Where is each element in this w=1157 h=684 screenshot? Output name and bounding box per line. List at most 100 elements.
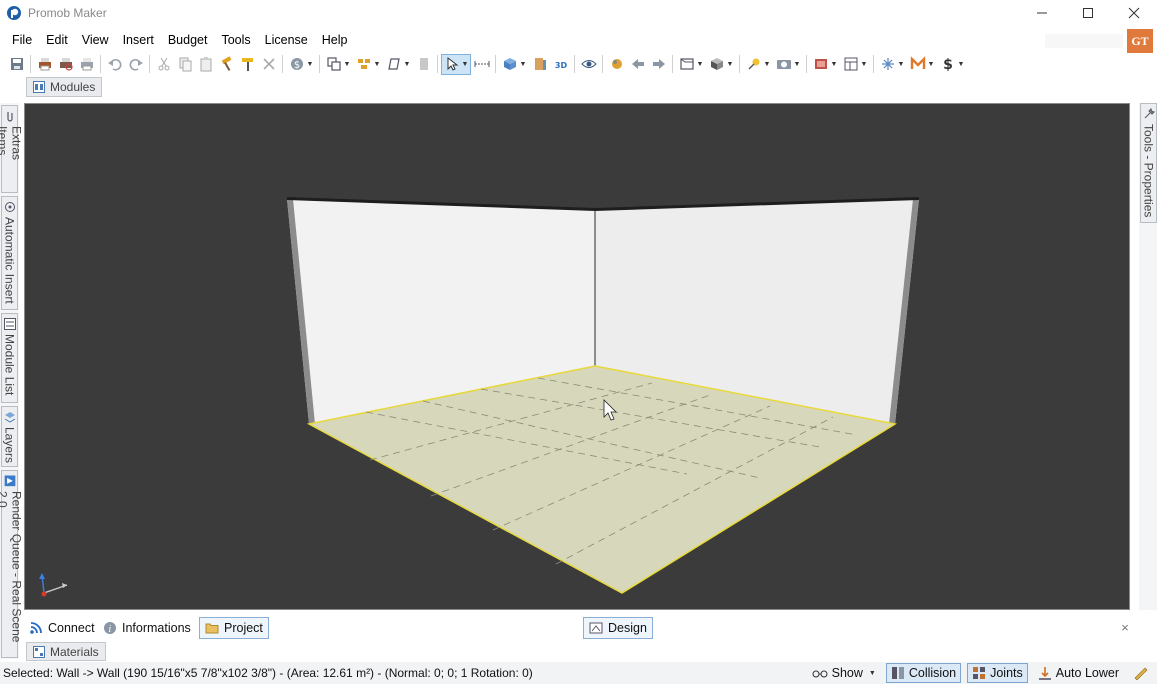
tab-automatic-insert[interactable]: Automatic Insert [1, 196, 18, 310]
design-viewport[interactable] [24, 103, 1130, 610]
print-icon [38, 58, 51, 71]
tab-render-queue[interactable]: Render Queue - Real Scene 2.0 [0, 470, 24, 658]
tab-extras-items[interactable]: Extras Items [0, 105, 24, 193]
previous-view-button[interactable] [627, 54, 648, 75]
menu-budget[interactable]: Budget [161, 28, 215, 52]
layers-cube-dropdown[interactable]: ▼ [499, 54, 529, 75]
budget-dropdown[interactable]: $ ▼ [286, 54, 316, 75]
cut-button[interactable] [153, 54, 174, 75]
menu-insert[interactable]: Insert [116, 28, 161, 52]
view-3d-button[interactable]: 3D [550, 54, 571, 75]
orbit-button[interactable] [606, 54, 627, 75]
room-3d-scene[interactable] [25, 104, 1129, 609]
perspective-dropdown[interactable]: ▼ [676, 54, 706, 75]
auto-lower-icon [1038, 667, 1051, 680]
cut-icon [158, 57, 169, 71]
clone-dropdown[interactable]: ▼ [323, 54, 353, 75]
modules-tab[interactable]: Modules [26, 77, 103, 97]
table-dropdown[interactable]: ▼ [840, 54, 870, 75]
maximize-button[interactable] [1065, 0, 1111, 26]
tab-design[interactable]: Design [583, 617, 653, 639]
perspective-icon [679, 58, 694, 70]
left-dock-panel: Extras Items Automatic Insert Module Lis… [0, 103, 24, 659]
menu-tools[interactable]: Tools [214, 28, 257, 52]
print-button[interactable] [34, 54, 55, 75]
toolbar-separator [739, 55, 740, 73]
pricing-dropdown[interactable]: $ ▼ [937, 54, 967, 75]
menu-edit[interactable]: Edit [39, 28, 75, 52]
toolbar-separator [30, 55, 31, 73]
save-icon [10, 58, 23, 70]
toolbar-separator [873, 55, 874, 73]
collision-toggle[interactable]: Collision [885, 663, 962, 683]
auto-lower-toggle[interactable]: Auto Lower [1034, 663, 1123, 683]
tab-connect[interactable]: Connect [24, 617, 100, 639]
joints-label: Joints [990, 666, 1023, 680]
delete-icon [262, 58, 275, 70]
mm-dropdown[interactable]: ▼ [907, 54, 937, 75]
menu-help[interactable]: Help [315, 28, 355, 52]
chevron-down-icon: ▼ [868, 669, 876, 677]
light-dropdown[interactable]: ▼ [743, 54, 773, 75]
redo-button[interactable] [125, 54, 146, 75]
joints-toggle[interactable]: Joints [967, 663, 1028, 683]
minimize-button[interactable] [1019, 0, 1065, 26]
box-dropdown[interactable]: ▼ [706, 54, 736, 75]
align-dropdown[interactable]: ▼ [353, 54, 383, 75]
user-name-field [1045, 34, 1123, 48]
toolbar-separator [319, 55, 320, 73]
close-panel-icon: × [1121, 619, 1129, 635]
layers-cube-icon [503, 58, 516, 70]
snow-dropdown[interactable]: ▼ [877, 54, 907, 75]
undo-button[interactable] [104, 54, 125, 75]
close-panel-button[interactable]: × [1116, 618, 1134, 636]
print-preview-button[interactable] [55, 54, 76, 75]
menu-view[interactable]: View [75, 28, 116, 52]
measure-button[interactable] [471, 54, 492, 75]
menu-license[interactable]: License [258, 28, 315, 52]
align-icon [357, 59, 370, 69]
undo-icon [107, 59, 121, 71]
pencil-button[interactable] [1129, 663, 1153, 683]
save-button[interactable] [6, 54, 27, 75]
paint-roller-button[interactable] [237, 54, 258, 75]
select-tool-dropdown[interactable]: ▼ [441, 53, 471, 75]
pencil-icon [1134, 667, 1148, 680]
materials-tab-label: Materials [50, 644, 99, 659]
door-button[interactable] [529, 54, 550, 75]
tab-layers[interactable]: Layers [1, 406, 18, 467]
next-view-button[interactable] [648, 54, 669, 75]
hammer-button[interactable] [216, 54, 237, 75]
menu-file[interactable]: File [5, 28, 39, 52]
paste-button[interactable] [195, 54, 216, 75]
toolbar-separator [602, 55, 603, 73]
render-dropdown[interactable]: ▼ [810, 54, 840, 75]
user-avatar[interactable]: GT [1127, 29, 1153, 53]
tab-module-list-label: Module List [2, 334, 17, 396]
tab-project-label: Project [224, 621, 263, 635]
joints-icon [973, 667, 986, 679]
printer-button[interactable] [76, 54, 97, 75]
promob-logo-icon [7, 6, 21, 20]
tab-informations[interactable]: i Informations [98, 617, 196, 639]
shape-dropdown[interactable]: ▼ [383, 54, 413, 75]
menu-bar: File Edit View Insert Budget Tools Licen… [0, 28, 1157, 53]
toolbar-separator [574, 55, 575, 73]
tab-project[interactable]: Project [199, 617, 269, 639]
materials-tab[interactable]: Materials [26, 642, 106, 661]
tab-tools-properties[interactable]: Tools - Properties [1140, 103, 1157, 223]
svg-text:$: $ [293, 60, 299, 71]
panel-button[interactable] [413, 54, 434, 75]
delete-button[interactable] [258, 54, 279, 75]
tab-informations-label: Informations [122, 621, 191, 635]
visibility-button[interactable] [578, 54, 599, 75]
modules-tab-label: Modules [50, 80, 96, 94]
close-window-button[interactable] [1111, 0, 1157, 26]
tab-module-list[interactable]: Module List [1, 313, 18, 403]
show-dropdown[interactable]: Show ▼ [808, 663, 880, 683]
snowflake-icon [881, 58, 894, 70]
copy-button[interactable] [174, 54, 195, 75]
show-label: Show [831, 666, 863, 680]
paint-roller-icon [241, 58, 253, 71]
camera-dropdown[interactable]: ▼ [773, 54, 803, 75]
